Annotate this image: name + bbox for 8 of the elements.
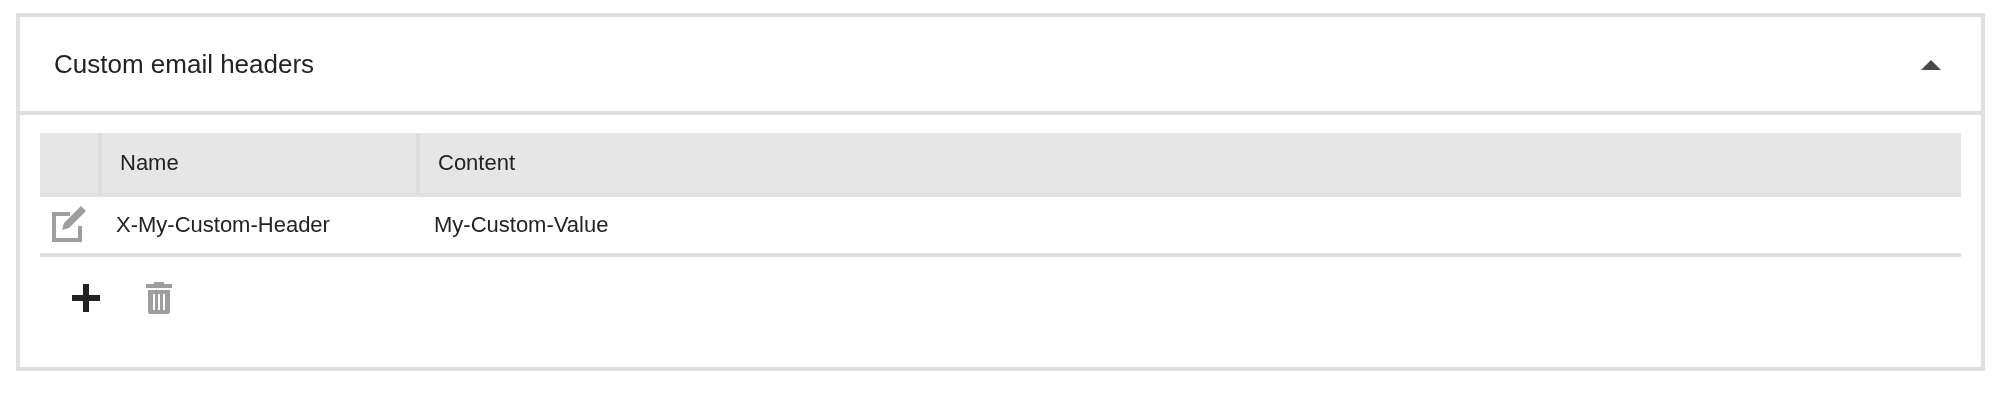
- column-header: Content: [438, 150, 516, 176]
- table-cell: My-Custom-Value: [434, 212, 609, 238]
- add-icon[interactable]: [72, 284, 100, 312]
- trash-icon[interactable]: [146, 282, 172, 314]
- collapse-icon[interactable]: [1921, 58, 1941, 70]
- column-header: Name: [120, 150, 179, 176]
- table-cell: X-My-Custom-Header: [116, 212, 330, 238]
- panel-title: Custom email headers: [54, 48, 315, 80]
